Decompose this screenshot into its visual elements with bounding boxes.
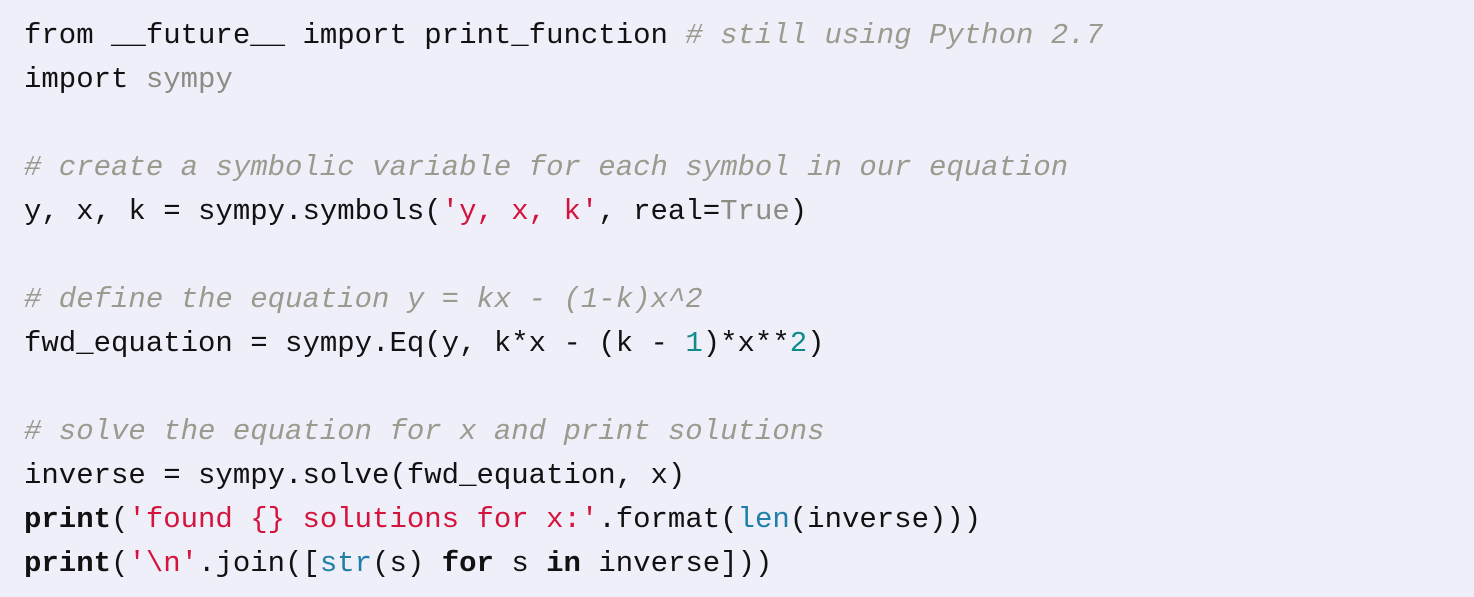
code-token-plain: (s) [372,547,442,580]
code-token-number: 2 [789,327,808,360]
code-token-muted: sympy [145,63,233,96]
code-token-keyword: print [24,503,112,536]
code-token-keyword: for [441,547,494,580]
code-token-comment: # define the equation y = kx - (1-k)x^2 [24,283,703,316]
code-token-keyword: print [24,547,112,580]
code-line: y, x, k = sympy.symbols('y, x, k', real=… [24,190,1474,234]
code-line: print('found {} solutions for x:'.format… [24,498,1474,542]
code-token-comment: # create a symbolic variable for each sy… [24,151,1069,184]
code-token-comment: # solve the equation for x and print sol… [24,415,825,448]
code-token-plain: ) [789,195,808,228]
code-token-plain: s [493,547,547,580]
code-token-plain: .format( [598,503,738,536]
code-line: import sympy [24,58,1474,102]
code-token-builtin: len [737,503,790,536]
code-token-builtin: str [319,547,373,580]
code-token-plain: import [24,63,146,96]
code-line: # create a symbolic variable for each sy… [24,146,1474,190]
code-token-string: '\n' [128,547,199,580]
code-token-comment: # still using Python 2.7 [685,19,1103,52]
code-token-plain: from __future__ import print_function [24,19,686,52]
code-token-plain: (inverse))) [789,503,982,536]
code-block: from __future__ import print_function # … [0,0,1474,597]
code-token-plain: inverse])) [580,547,773,580]
code-token-string: 'y, x, k' [441,195,599,228]
code-token-muted: True [720,195,790,228]
code-token-plain: inverse = sympy.solve(fwd_equation, x) [24,459,686,492]
code-token-plain: ( [111,503,129,536]
code-token-plain: fwd_equation = sympy.Eq(y, k*x - (k - [24,327,686,360]
code-token-plain: ( [111,547,129,580]
code-token-plain: y, x, k = sympy.symbols( [24,195,442,228]
code-token-keyword: in [546,547,581,580]
code-token-plain: .join([ [198,547,320,580]
code-line: print('\n'.join([str(s) for s in inverse… [24,542,1474,586]
code-lines: from __future__ import print_function # … [24,14,1474,586]
code-line: # solve the equation for x and print sol… [24,410,1474,454]
code-token-plain: ) [807,327,825,360]
code-token-string: 'found {} solutions for x:' [128,503,599,536]
code-token-plain: , real= [598,195,721,228]
code-token-plain: )*x** [702,327,790,360]
code-line: from __future__ import print_function # … [24,14,1474,58]
code-line: fwd_equation = sympy.Eq(y, k*x - (k - 1)… [24,322,1474,366]
code-line: inverse = sympy.solve(fwd_equation, x) [24,454,1474,498]
code-line: # define the equation y = kx - (1-k)x^2 [24,278,1474,322]
code-token-number: 1 [685,327,703,360]
